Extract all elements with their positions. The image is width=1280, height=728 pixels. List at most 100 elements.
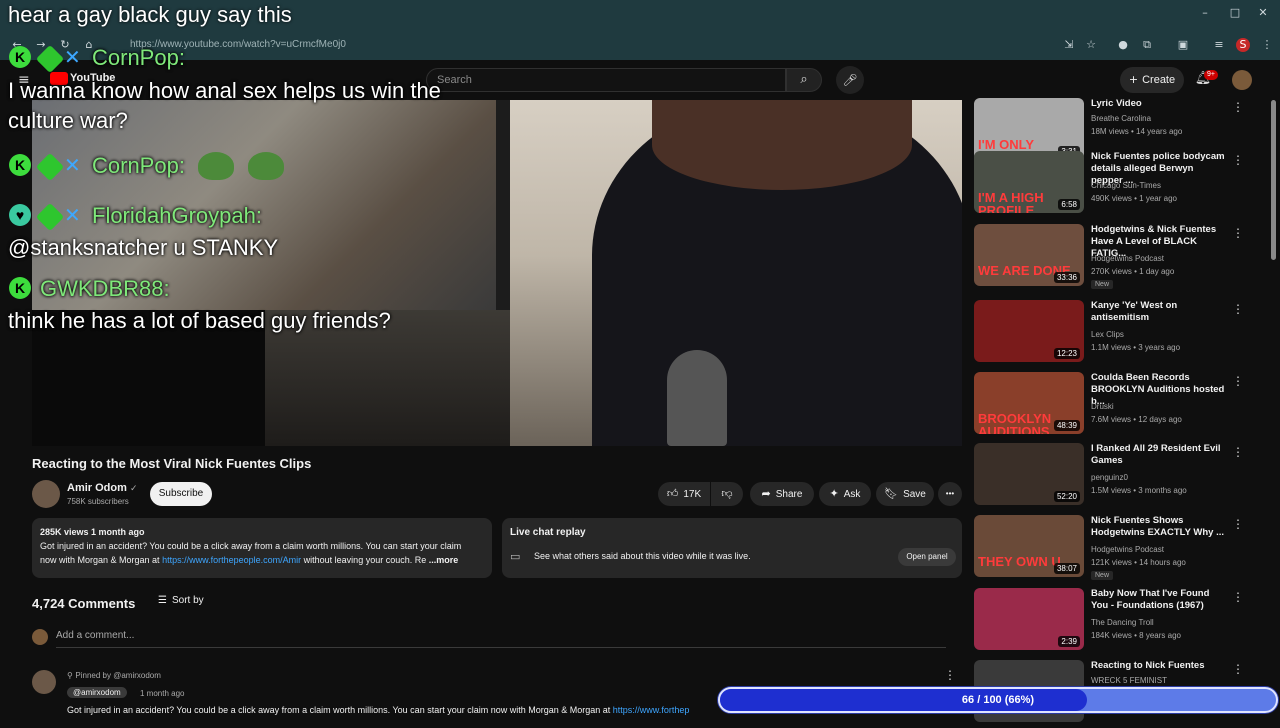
video-menu-icon[interactable]: ⋮ [1232,100,1244,114]
recommended-video[interactable]: I'M A HIGH PROFILE PERSON...6:58Nick Fue… [974,151,1274,219]
recommended-title[interactable]: Reacting to Nick Fuentes [1091,660,1226,672]
recommended-channel[interactable]: Chicago Sun-Times [1091,181,1161,190]
bookmark-icon: 🔖︎ [884,487,899,500]
video-thumbnail[interactable]: 12:23 [974,300,1084,362]
recommended-video[interactable]: 12:23 Kanye 'Ye' West on antisemitism Lex … [974,300,1274,368]
channel-name[interactable]: Amir Odom ✓ [67,482,138,494]
like-count: 17K [683,489,702,500]
kick-badge-icon: K [9,154,31,176]
maximize-icon[interactable]: □ [1228,6,1242,20]
sidepanel-icon[interactable]: ▣ [1176,38,1190,52]
new-badge: New [1091,571,1114,580]
more-actions-button[interactable]: ••• [938,482,962,506]
menu-kebab-icon[interactable]: ⋮ [1260,38,1274,52]
recommended-title[interactable]: Nick Fuentes Shows Hodgetwins EXACTLY Wh… [1091,515,1226,539]
sword-badge-icon: ✕ [64,203,81,227]
sword-badge-icon: ✕ [64,153,81,177]
notifications-badge: 9+ [1204,70,1218,80]
add-comment-input[interactable]: Add a comment... [56,630,946,648]
video-thumbnail[interactable]: WE ARE DONE 33:36 [974,224,1084,286]
recommended-video[interactable]: 52:20 I Ranked All 29 Resident Evil Games… [974,443,1274,511]
comment-menu-icon[interactable]: ⋮ [944,668,956,682]
bookmark-star-icon[interactable]: ☆ [1084,38,1098,52]
video-thumbnail[interactable]: BROOKLYN AUDITIONS 48:39 [974,372,1084,434]
video-thumbnail[interactable]: THEY OWN U 38:07 [974,515,1084,577]
profile-icon[interactable]: S [1236,38,1250,52]
install-icon[interactable]: ⇲ [1062,38,1076,52]
description-box[interactable]: 285K views 1 month ago Got injured in an… [32,518,492,578]
channel-avatar[interactable] [32,480,60,508]
recommended-video[interactable]: BROOKLYN AUDITIONS 48:39 Coulda Been Recor… [974,372,1274,440]
comment-time[interactable]: 1 month ago [140,689,184,698]
verified-icon: ✓ [129,484,138,494]
save-button[interactable]: 🔖︎ Save [876,482,934,506]
sword-badge-icon: ✕ [64,45,81,69]
recommended-channel[interactable]: Lex Clips [1091,330,1124,339]
video-menu-icon[interactable]: ⋮ [1232,374,1244,388]
subscriber-count: 758K subscribers [67,497,129,506]
recommended-channel[interactable]: WRECK 5 FEMINIST [1091,676,1167,685]
like-button[interactable]: 👍︎ 17K [658,482,710,506]
recommended-channel[interactable]: Hodgetwins Podcast [1091,254,1164,263]
video-player[interactable] [32,100,962,446]
address-bar[interactable]: https://www.youtube.com/watch?v=uCrmcfMe… [110,36,1090,54]
recommended-video[interactable]: THEY OWN U 38:07 Nick Fuentes Shows Hodget… [974,515,1274,583]
extension-icon[interactable]: ● [1116,38,1130,52]
video-duration: 2:39 [1058,636,1080,647]
recommended-channel[interactable]: Breathe Carolina [1091,114,1151,123]
recommended-title[interactable]: Lyric Video [1091,98,1226,110]
account-avatar[interactable] [1232,70,1252,90]
channel-name-text[interactable]: Amir Odom [67,482,127,494]
video-thumbnail[interactable]: 52:20 [974,443,1084,505]
chat-message: @stanksnatcher u STANKY [8,235,279,260]
video-menu-icon[interactable]: ⋮ [1232,517,1244,531]
comment-author[interactable]: @amirxodom [67,687,127,698]
thumbs-down-icon: 👎︎ [721,487,733,500]
video-thumbnail[interactable]: 2:39 [974,588,1084,650]
video-duration: 38:07 [1053,563,1080,574]
description-line2-prefix: now with Morgan & Morgan at [40,555,160,565]
chat-bubble-icon: ▭ [510,550,521,563]
open-panel-button[interactable]: Open panel [898,548,956,566]
microphone-icon[interactable]: 🎤︎ [836,66,864,94]
media-icon[interactable]: ≡ [1212,38,1226,52]
search-input[interactable]: Search [426,68,786,92]
recommended-channel[interactable]: penguinz0 [1091,473,1128,482]
ask-button[interactable]: ✦ Ask [819,482,871,506]
comment-link[interactable]: https://www.forthep [613,705,690,715]
create-label: Create [1142,74,1176,86]
scrollbar[interactable] [1271,100,1276,260]
create-button[interactable]: + Create [1120,67,1184,93]
video-menu-icon[interactable]: ⋮ [1232,153,1244,167]
search-icon[interactable]: ⌕ [786,68,822,92]
pepe-emote-icon [198,152,234,180]
recommended-channel[interactable]: The Dancing Troll [1091,618,1154,627]
puzzle-icon[interactable]: ⧉ [1140,38,1154,52]
recommended-video[interactable]: 2:39 Baby Now That I've Found You - Found… [974,588,1274,656]
recommended-video[interactable]: WE ARE DONE 33:36 Hodgetwins & Nick Fuente… [974,224,1274,292]
video-menu-icon[interactable]: ⋮ [1232,662,1244,676]
commenter-avatar [32,629,48,645]
show-more-link[interactable]: ...more [429,555,459,565]
video-menu-icon[interactable]: ⋮ [1232,590,1244,604]
video-menu-icon[interactable]: ⋮ [1232,302,1244,316]
video-menu-icon[interactable]: ⋮ [1232,226,1244,240]
video-menu-icon[interactable]: ⋮ [1232,445,1244,459]
share-button[interactable]: ➦ Share [750,482,814,506]
recommended-title[interactable]: Baby Now That I've Found You - Foundatio… [1091,588,1226,612]
sparkle-icon: ✦ [829,487,839,500]
subscribe-button[interactable]: Subscribe [150,482,212,506]
close-icon[interactable]: ✕ [1256,6,1270,20]
recommended-title[interactable]: I Ranked All 29 Resident Evil Games [1091,443,1226,467]
dislike-button[interactable]: 👎︎ [711,482,743,506]
description-link[interactable]: https://www.forthepeople.com/Amir [162,555,301,565]
description-line2: now with Morgan & Morgan at https://www.… [40,553,484,567]
sort-by-button[interactable]: ☰ Sort by [158,594,204,608]
comment-author-avatar[interactable] [32,670,56,694]
video-thumbnail[interactable]: I'M A HIGH PROFILE PERSON...6:58 [974,151,1084,213]
minimize-icon[interactable]: – [1198,6,1212,20]
recommended-channel[interactable]: Hodgetwins Podcast [1091,545,1164,554]
chat-username: CornPop: [92,45,185,70]
recommended-channel[interactable]: Druski [1091,402,1114,411]
recommended-title[interactable]: Kanye 'Ye' West on antisemitism [1091,300,1226,324]
